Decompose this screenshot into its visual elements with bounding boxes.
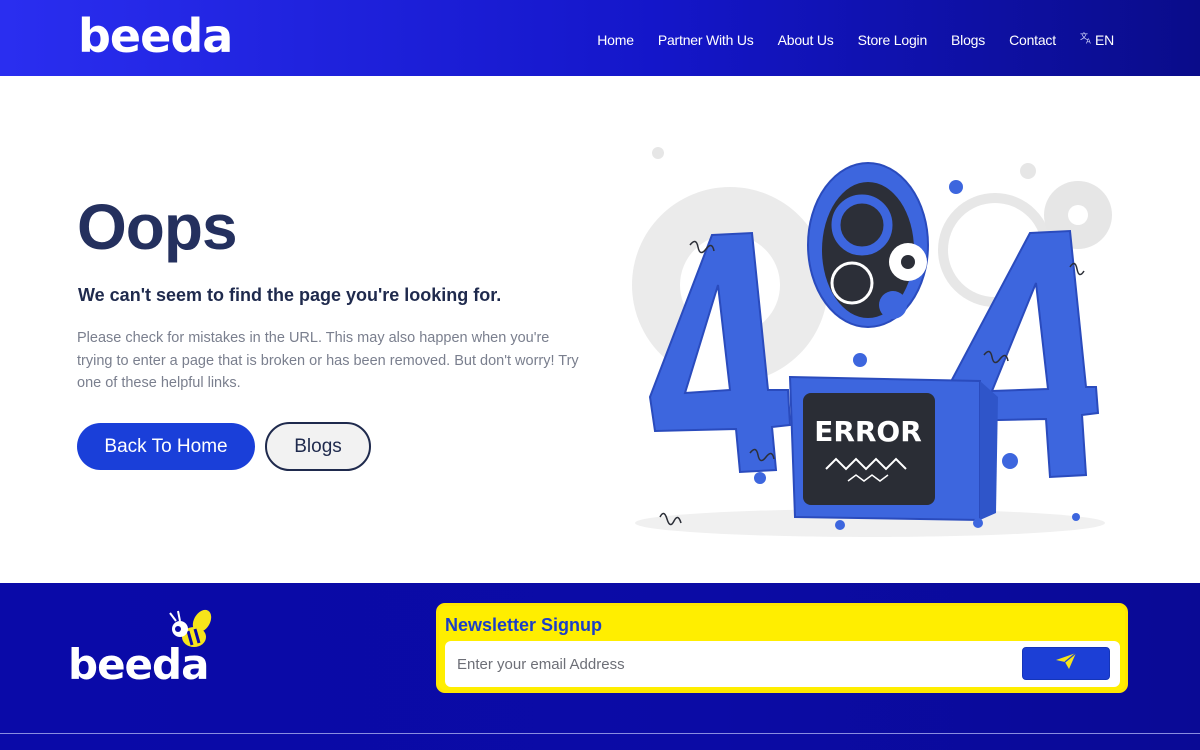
footer-divider [0,733,1200,734]
email-input[interactable] [457,649,997,679]
error-box: ERROR [788,375,998,522]
blogs-button[interactable]: Blogs [265,422,371,471]
page-subtitle: We can't seem to find the page you're lo… [78,285,502,305]
newsletter-title: Newsletter Signup [445,615,603,635]
paper-plane-icon [1055,652,1077,675]
page-title: Oops [77,191,238,263]
header-logo[interactable]: beeda [78,8,233,64]
site-header: beeda Home Partner With Us About Us Stor… [0,0,1200,76]
error-label: ERROR [814,415,922,448]
svg-text:A: A [1086,38,1091,45]
language-label: EN [1094,32,1114,48]
newsletter-submit-button[interactable] [1022,647,1110,680]
main-nav: Home Partner With Us About Us Store Logi… [597,29,1114,51]
nav-contact[interactable]: Contact [1009,29,1056,51]
nav-partner-with-us[interactable]: Partner With Us [658,29,754,51]
nav-store-login[interactable]: Store Login [858,29,928,51]
nav-home[interactable]: Home [597,29,634,51]
page-description: Please check for mistakes in the URL. Th… [77,330,579,391]
newsletter-signup: Newsletter Signup [436,603,1128,693]
language-selector[interactable]: 文 A EN [1080,29,1114,51]
email-field-container [445,641,1120,687]
digit-zero-center [807,162,929,328]
nav-blogs[interactable]: Blogs [951,29,985,51]
error-404-illustration: 4 ERROR [600,135,1140,555]
site-footer: beeda Newsletter Signup [0,583,1200,750]
back-to-home-button[interactable]: Back To Home [77,423,255,470]
nav-about-us[interactable]: About Us [778,29,834,51]
bee-mascot-icon [166,609,220,657]
translate-icon: 文 A [1080,29,1093,51]
